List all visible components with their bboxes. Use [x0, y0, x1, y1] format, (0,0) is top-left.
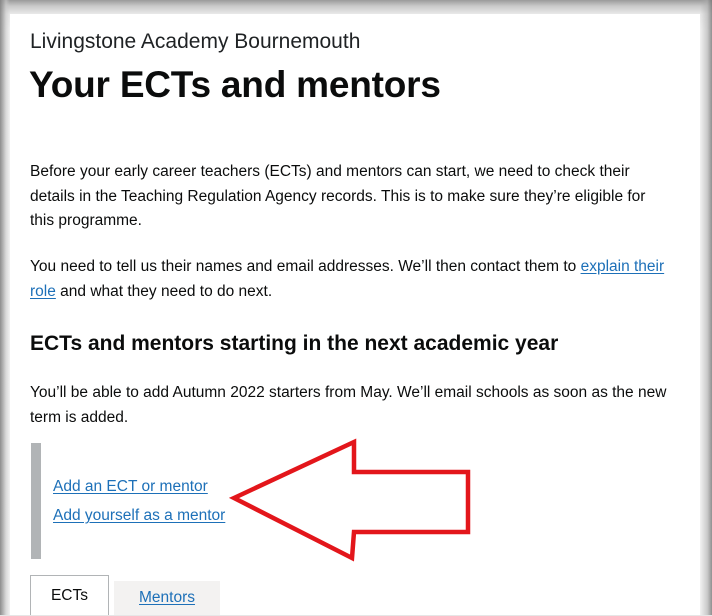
contact-paragraph: You need to tell us their names and emai…	[30, 255, 670, 304]
tabs: ECTs Mentors	[30, 575, 680, 615]
contact-paragraph-start: You need to tell us their names and emai…	[30, 258, 581, 275]
actions-inset-border	[31, 443, 41, 559]
add-ect-or-mentor-link[interactable]: Add an ECT or mentor	[53, 478, 208, 496]
add-yourself-as-mentor-link[interactable]: Add yourself as a mentor	[53, 507, 225, 525]
red-arrow-icon	[228, 438, 471, 562]
school-name-caption: Livingstone Academy Bournemouth	[30, 30, 361, 53]
intro-paragraph: Before your early career teachers (ECTs)…	[30, 163, 646, 229]
next-academic-year-heading: ECTs and mentors starting in the next ac…	[30, 332, 559, 355]
tab-ects[interactable]: ECTs	[30, 575, 109, 615]
next-academic-year-text: You’ll be able to add Autumn 2022 starte…	[30, 384, 667, 426]
frame-shadow-right	[700, 0, 712, 615]
page-title: Your ECTs and mentors	[29, 64, 441, 105]
page: Livingstone Academy Bournemouth Your ECT…	[10, 14, 700, 615]
tab-mentors[interactable]: Mentors	[114, 581, 220, 615]
contact-paragraph-end: and what they need to do next.	[55, 282, 273, 300]
frame-shadow-left	[0, 0, 10, 615]
